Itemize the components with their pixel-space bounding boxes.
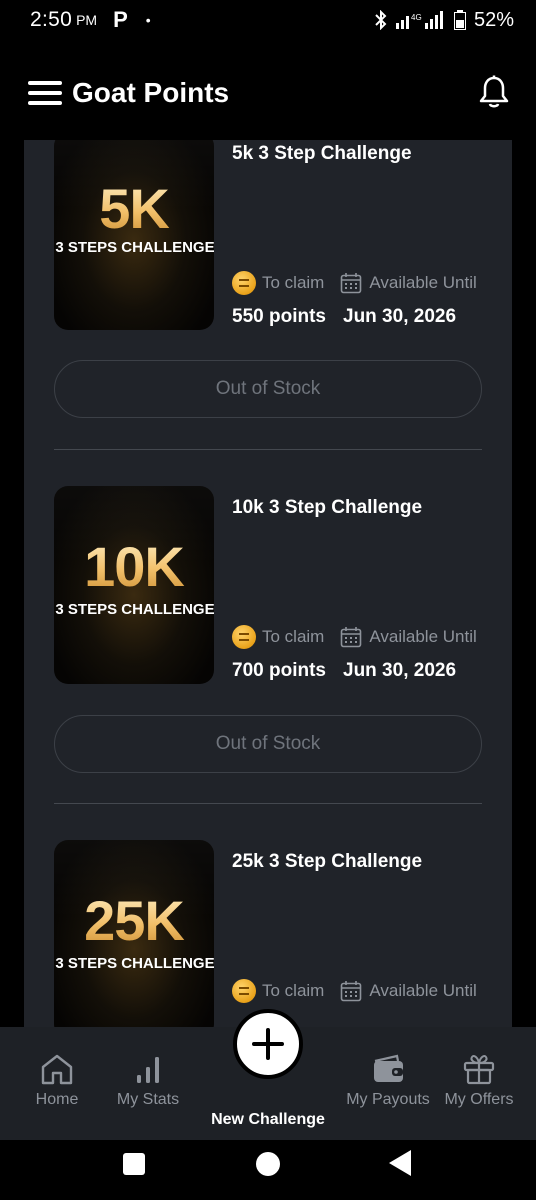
page-title: Goat Points xyxy=(72,77,230,108)
meta-labels: To claim Available Until xyxy=(232,271,477,295)
battery-icon xyxy=(453,10,466,30)
challenge-thumbnail[interactable]: 5K 3 STEPS CHALLENGE xyxy=(54,140,214,330)
bottom-navigation: Home My Stats New Challenge My Payouts M… xyxy=(0,1009,536,1140)
home-system-button[interactable] xyxy=(256,1152,280,1176)
nav-my-payouts[interactable]: My Payouts xyxy=(346,1053,430,1109)
nav-home[interactable]: Home xyxy=(17,1053,97,1109)
thumbnail-amount: 25K xyxy=(54,888,214,953)
gift-icon xyxy=(463,1054,495,1085)
points-value: 700 points xyxy=(232,660,326,681)
thumbnail-subtitle: 3 STEPS CHALLENGE xyxy=(55,955,214,972)
out-of-stock-button[interactable]: Out of Stock xyxy=(54,360,482,418)
nav-my-stats-label: My Stats xyxy=(116,1091,180,1108)
thumbnail-subtitle: 3 STEPS CHALLENGE xyxy=(55,239,214,256)
thumbnail-subtitle: 3 STEPS CHALLENGE xyxy=(55,601,214,618)
battery-percent: 52% xyxy=(473,8,514,31)
home-icon xyxy=(41,1054,73,1085)
available-until-label: Available Until xyxy=(369,981,477,1000)
points-value: 550 points xyxy=(232,306,326,327)
challenge-thumbnail[interactable]: 25K 3 STEPS CHALLENGE xyxy=(54,840,214,1027)
date-value: Jun 30, 2026 xyxy=(343,660,457,681)
challenge-title: 10k 3 Step Challenge xyxy=(232,497,423,518)
system-navigation-bar xyxy=(0,1140,536,1200)
app-bar: Goat Points xyxy=(0,60,536,126)
challenge-list[interactable]: 5K 3 STEPS CHALLENGE 5k 3 Step Challenge… xyxy=(24,140,512,1027)
challenge-title: 25k 3 Step Challenge xyxy=(232,851,423,872)
thumbnail-amount: 5K xyxy=(54,176,214,241)
challenge-card: 10K 3 STEPS CHALLENGE 10k 3 Step Challen… xyxy=(24,486,512,816)
nav-home-label: Home xyxy=(35,1091,79,1108)
hamburger-menu-icon[interactable] xyxy=(28,81,62,105)
nav-my-stats[interactable]: My Stats xyxy=(108,1053,188,1109)
available-until-label: Available Until xyxy=(369,273,477,292)
challenge-title: 5k 3 Step Challenge xyxy=(232,143,412,164)
meta-values: 700 points Jun 30, 2026 xyxy=(232,660,456,682)
available-until-label: Available Until xyxy=(369,627,477,646)
challenge-thumbnail[interactable]: 10K 3 STEPS CHALLENGE xyxy=(54,486,214,684)
claim-label: To claim xyxy=(262,273,325,292)
wallet-icon xyxy=(374,1054,403,1082)
coin-icon xyxy=(232,625,256,649)
challenge-card: 5K 3 STEPS CHALLENGE 5k 3 Step Challenge… xyxy=(24,140,512,470)
status-bar: 2:50 PM P • 4G 52% xyxy=(0,0,536,40)
nav-my-payouts-label: My Payouts xyxy=(346,1091,430,1108)
coin-icon xyxy=(232,979,256,1003)
recents-button[interactable] xyxy=(123,1153,145,1175)
nav-my-offers[interactable]: My Offers xyxy=(440,1053,518,1109)
divider xyxy=(54,449,482,450)
divider xyxy=(54,803,482,804)
new-challenge-label[interactable]: New Challenge xyxy=(0,1111,536,1129)
meta-labels: To claim Available Until xyxy=(232,625,477,649)
meta-values: 550 points Jun 30, 2026 xyxy=(232,306,456,328)
notification-dot: • xyxy=(145,12,151,28)
challenge-card: 25K 3 STEPS CHALLENGE 25k 3 Step Challen… xyxy=(24,840,512,1027)
bluetooth-icon xyxy=(375,10,387,30)
calendar-icon xyxy=(341,981,362,1002)
calendar-icon xyxy=(341,273,362,294)
new-challenge-button[interactable] xyxy=(233,1009,303,1079)
coin-icon xyxy=(232,271,256,295)
parking-app-icon: P xyxy=(113,7,128,32)
meta-labels: To claim Available Until xyxy=(232,979,477,1003)
status-right: 4G 52% xyxy=(374,9,514,32)
out-of-stock-button[interactable]: Out of Stock xyxy=(54,715,482,773)
back-button[interactable] xyxy=(389,1150,411,1176)
network-type: 4G xyxy=(411,13,422,22)
claim-label: To claim xyxy=(262,627,325,646)
nav-my-offers-label: My Offers xyxy=(444,1091,514,1108)
status-ampm: PM xyxy=(76,12,98,28)
bar-chart-icon xyxy=(137,1057,159,1083)
signal-icon: 4G xyxy=(395,11,443,29)
thumbnail-amount: 10K xyxy=(54,534,214,599)
date-value: Jun 30, 2026 xyxy=(343,306,457,327)
plus-icon xyxy=(252,1028,284,1060)
calendar-icon xyxy=(341,627,362,648)
claim-label: To claim xyxy=(262,981,325,1000)
status-time: 2:50 xyxy=(30,8,73,31)
bell-icon[interactable] xyxy=(478,75,510,111)
screen: 2:50 PM P • 4G 52% Goat Points 5K 3 STEP… xyxy=(0,0,536,1200)
